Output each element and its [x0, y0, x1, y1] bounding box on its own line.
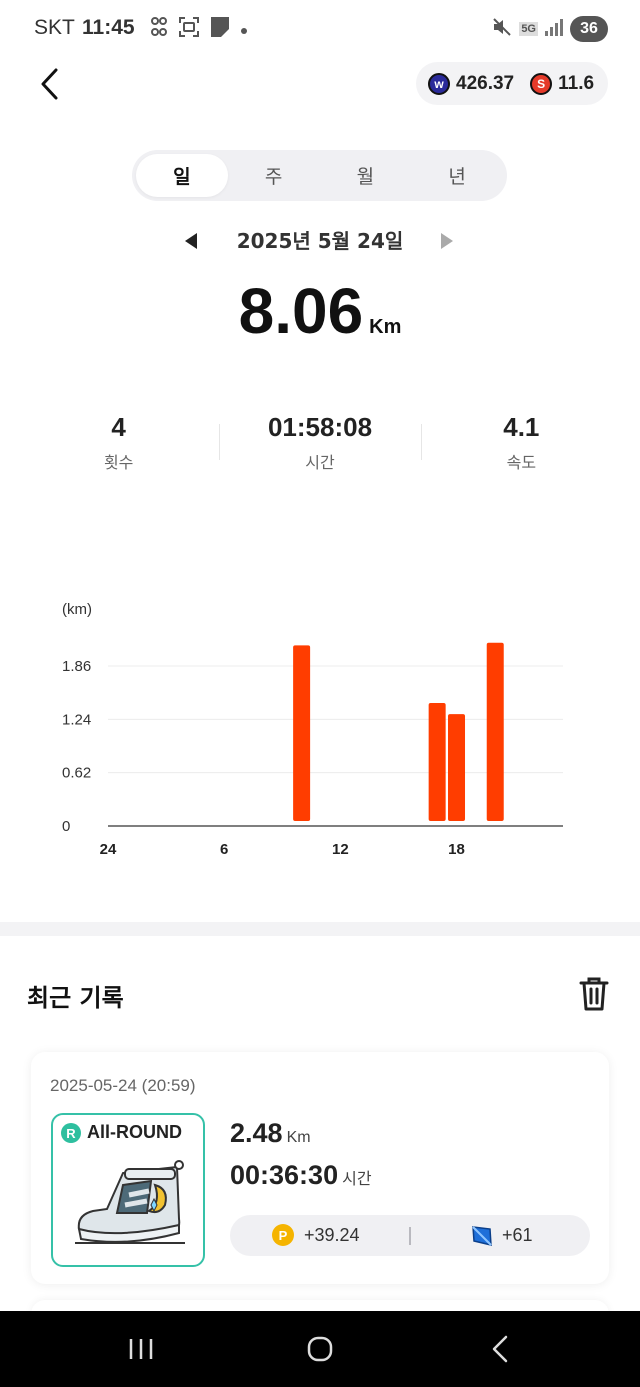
date-navigator: 2025년 5월 24일 — [0, 222, 640, 258]
recent-records-title: 최근 기록 — [27, 984, 124, 1012]
stat-time-value: 01:58:08 — [267, 412, 373, 442]
previous-date-button[interactable] — [180, 230, 202, 252]
stat-count-label: 횟수 — [103, 453, 134, 472]
shoe-rarity-badge: R — [61, 1123, 81, 1143]
home-button[interactable] — [300, 1329, 340, 1369]
reward-gems: +61 — [502, 1225, 533, 1245]
reward-points: +39.24 — [304, 1225, 360, 1245]
s-coin-value: 11.6 — [558, 72, 595, 94]
y-tick-label: 0.62 — [62, 765, 91, 782]
y-tick-label: 1.24 — [62, 711, 91, 728]
system-back-button[interactable] — [480, 1329, 520, 1369]
link-icon — [150, 16, 168, 42]
system-nav-bar — [0, 1311, 640, 1387]
signal-icon — [544, 17, 564, 41]
stat-speed-value: 4.1 — [503, 412, 540, 442]
record-distance-unit: Km — [286, 1129, 311, 1146]
record-distance: 2.48 Km — [230, 1118, 311, 1149]
tab-year[interactable]: 년 — [411, 154, 503, 197]
next-date-button[interactable] — [436, 230, 458, 252]
w-coin-value: 426.37 — [456, 72, 515, 94]
back-button[interactable] — [30, 62, 70, 106]
y-axis-label: (km) — [62, 601, 92, 618]
w-coin-icon: w — [428, 72, 450, 95]
carrier-label: SKT — [34, 16, 75, 39]
x-tick-label: 12 — [332, 841, 349, 858]
home-icon — [307, 1336, 333, 1362]
dot-icon — [240, 20, 248, 39]
stat-speed: 4.1 속도 — [420, 412, 622, 482]
battery-indicator: 36 — [570, 16, 608, 42]
reward-separator — [409, 1227, 411, 1245]
x-tick-label: 24 — [100, 841, 117, 858]
stat-count: 4 횟수 — [18, 412, 219, 482]
recent-apps-button[interactable] — [121, 1329, 161, 1369]
gem-icon — [472, 1226, 492, 1246]
s-coin-icon: S — [530, 72, 553, 95]
tab-month[interactable]: 월 — [320, 154, 412, 197]
chart-bar — [293, 645, 311, 821]
stat-time-label: 시간 — [305, 453, 335, 472]
clock: 11:45 — [82, 16, 135, 39]
delete-button[interactable] — [578, 976, 610, 1012]
record-duration: 00:36:30 시간 — [230, 1160, 372, 1191]
record-duration-value: 00:36:30 — [230, 1160, 339, 1190]
reward-pill: P +39.24 +61 — [230, 1215, 590, 1256]
chart-bar — [448, 714, 466, 821]
back-arrow-icon — [492, 1335, 508, 1363]
status-bar: SKT 11:45 5G 36 — [0, 0, 640, 60]
stat-count-value: 4 — [111, 412, 126, 442]
balance-pill[interactable]: w 426.37 S 11.6 — [416, 62, 608, 105]
tab-day[interactable]: 일 — [136, 154, 228, 197]
period-tabs: 일 주 월 년 — [132, 150, 507, 201]
record-distance-value: 2.48 — [230, 1118, 283, 1148]
total-distance-unit: Km — [369, 316, 402, 338]
triangle-right-icon — [441, 233, 453, 249]
shoe-card[interactable]: R All-ROUND — [51, 1113, 205, 1267]
shoe-type-label: All-ROUND — [87, 1122, 182, 1142]
chevron-left-icon — [41, 68, 58, 100]
note-icon — [210, 16, 230, 42]
record-duration-unit: 시간 — [342, 1171, 372, 1188]
recent-apps-icon — [129, 1339, 153, 1359]
date-label: 2025년 5월 24일 — [236, 229, 404, 253]
screenshot-icon — [178, 16, 200, 42]
total-distance: 8.06 Km — [0, 274, 640, 348]
stats-row: 4 횟수 01:58:08 시간 4.1 속도 — [18, 412, 622, 482]
section-divider — [0, 922, 640, 936]
y-tick-label: 0 — [62, 818, 70, 835]
stat-time: 01:58:08 시간 — [219, 412, 420, 482]
y-tick-label: 1.86 — [62, 658, 91, 675]
total-distance-value: 8.06 — [238, 275, 364, 347]
stat-speed-label: 속도 — [506, 453, 537, 472]
record-card[interactable]: 2025-05-24 (20:59) R All-ROUND 2.48 Km 00… — [31, 1052, 609, 1284]
record-date: 2025-05-24 (20:59) — [50, 1076, 196, 1095]
trash-icon — [579, 977, 609, 1011]
activity-page: SKT 11:45 5G 36 w 426.37 S 11.6 일 주 월 년 … — [0, 0, 640, 1387]
chart-bar — [428, 702, 446, 821]
chart-bar — [486, 642, 504, 821]
distance-bar-chart: (km) 0 0.62 1.24 1.86 24 6 12 18 — [62, 601, 563, 858]
x-tick-label: 6 — [220, 841, 228, 858]
mute-icon — [491, 16, 513, 42]
tab-week[interactable]: 주 — [228, 154, 320, 197]
triangle-left-icon — [185, 233, 197, 249]
x-tick-label: 18 — [448, 841, 465, 858]
sneaker-image — [75, 1160, 185, 1244]
point-coin-icon: P — [272, 1224, 294, 1246]
network-label: 5G — [519, 22, 538, 36]
